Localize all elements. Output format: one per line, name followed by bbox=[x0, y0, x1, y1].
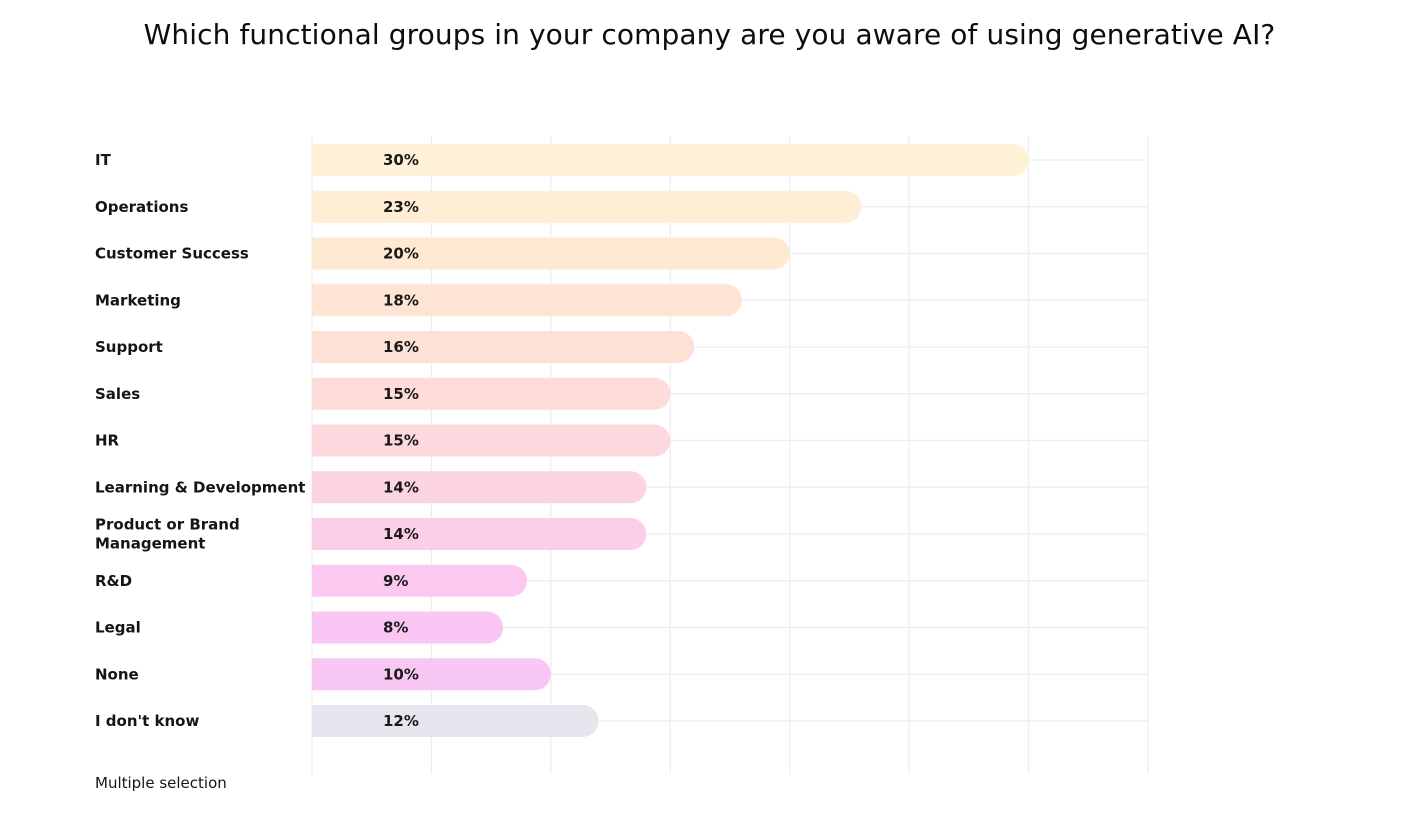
category-label: Customer Success bbox=[95, 245, 249, 263]
bar bbox=[312, 424, 671, 457]
bar bbox=[312, 471, 647, 504]
value-label: 12% bbox=[383, 712, 419, 730]
value-label: 8% bbox=[383, 619, 408, 637]
bar bbox=[312, 518, 647, 550]
category-label: Legal bbox=[95, 619, 141, 637]
value-label: 30% bbox=[383, 151, 419, 169]
category-label: R&D bbox=[95, 572, 132, 590]
footnote: Multiple selection bbox=[95, 774, 227, 792]
category-label: Product or Brand Management bbox=[95, 516, 240, 553]
category-label: Marketing bbox=[95, 291, 181, 309]
category-label: HR bbox=[95, 432, 120, 450]
value-label: 14% bbox=[383, 525, 419, 543]
value-label: 15% bbox=[383, 432, 419, 450]
value-label: 23% bbox=[383, 198, 419, 216]
value-label: 10% bbox=[383, 665, 419, 683]
bar bbox=[312, 658, 551, 691]
value-label: 16% bbox=[383, 338, 419, 356]
value-label: 9% bbox=[383, 572, 408, 590]
category-label: IT bbox=[95, 151, 112, 169]
bar-chart: 30% 23% 20% 18% 16% 15% 15% 14% 14% 9% 8% 10% 12% IT… bbox=[95, 136, 1149, 774]
bar bbox=[312, 705, 599, 737]
category-label: None bbox=[95, 665, 139, 683]
bar bbox=[312, 144, 1029, 176]
category-label: Learning & Development bbox=[95, 478, 305, 496]
bar bbox=[312, 377, 671, 410]
category-label: Support bbox=[95, 338, 163, 356]
category-label: Operations bbox=[95, 198, 188, 216]
bar bbox=[312, 284, 742, 317]
value-label: 18% bbox=[383, 291, 419, 309]
value-label: 14% bbox=[383, 478, 419, 496]
value-label: 20% bbox=[383, 245, 419, 263]
category-label: I don't know bbox=[95, 712, 199, 730]
category-labels: IT Operations Customer Success Marketing Sup… bbox=[95, 151, 305, 730]
value-label: 15% bbox=[383, 385, 419, 403]
bar bbox=[312, 564, 527, 597]
category-label: Sales bbox=[95, 385, 140, 403]
bar bbox=[312, 331, 695, 363]
